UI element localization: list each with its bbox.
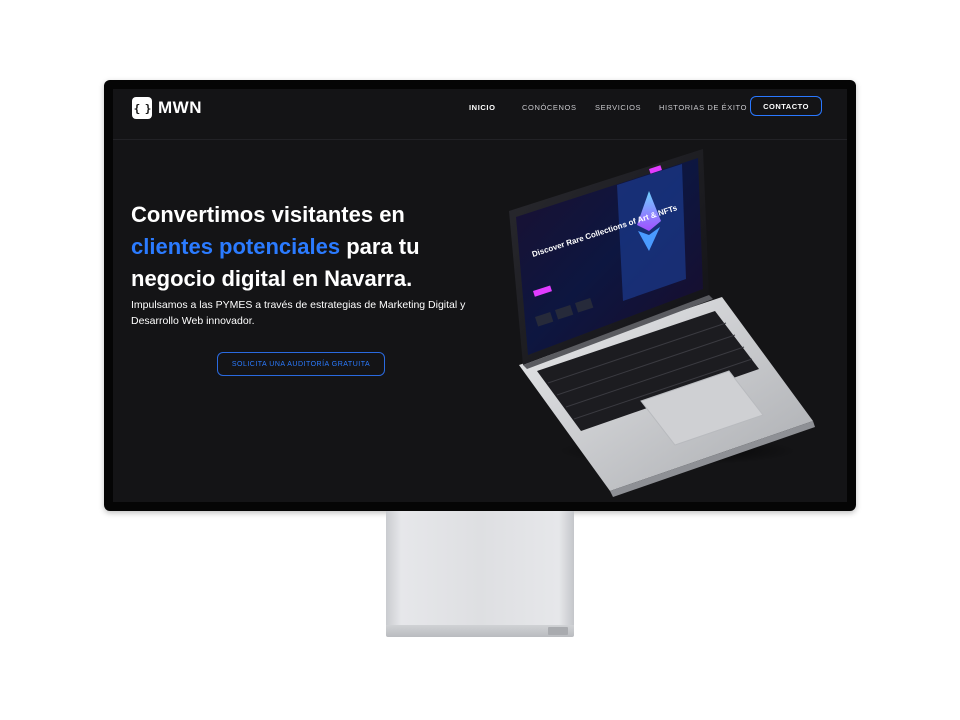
- hero-subtitle: Impulsamos a las PYMES a través de estra…: [131, 299, 466, 327]
- laptop-mockup-image: Discover Rare Collections of Art & NFTs: [509, 149, 815, 497]
- hero-title-line-2-rest: para tu: [340, 234, 420, 259]
- audit-request-button[interactable]: SOLICITA UNA AUDITORÍA GRATUITA: [217, 352, 385, 376]
- nav-item-inicio[interactable]: INICIO: [469, 103, 496, 112]
- hero-title: Convertimos visitantes en clientes poten…: [131, 199, 461, 295]
- monitor-frame: { } MWN INICIO CONÓCENOS SERVICIOS HISTO…: [104, 80, 856, 511]
- nav-item-conocenos[interactable]: CONÓCENOS: [522, 103, 577, 112]
- nav-item-historias[interactable]: HISTORIAS DE ÉXITO: [659, 103, 747, 112]
- top-navigation: { } MWN INICIO CONÓCENOS SERVICIOS HISTO…: [113, 89, 847, 140]
- monitor-stand-notch: [548, 627, 568, 635]
- hero-title-line-1: Convertimos visitantes en: [131, 202, 405, 227]
- hero-title-accent: clientes potenciales: [131, 234, 341, 259]
- contact-button[interactable]: CONTACTO: [750, 96, 822, 116]
- laptop-display-panel: [617, 164, 686, 301]
- monitor-stand-base: [386, 625, 574, 637]
- nav-menu: INICIO CONÓCENOS SERVICIOS HISTORIAS DE …: [113, 89, 847, 125]
- monitor-stand: [386, 511, 574, 625]
- hero-title-line-3: negocio digital en Navarra.: [131, 266, 413, 291]
- website-screen: { } MWN INICIO CONÓCENOS SERVICIOS HISTO…: [113, 89, 847, 502]
- hero-title-line-2: clientes potenciales para tu: [131, 231, 461, 263]
- nav-item-servicios[interactable]: SERVICIOS: [595, 103, 641, 112]
